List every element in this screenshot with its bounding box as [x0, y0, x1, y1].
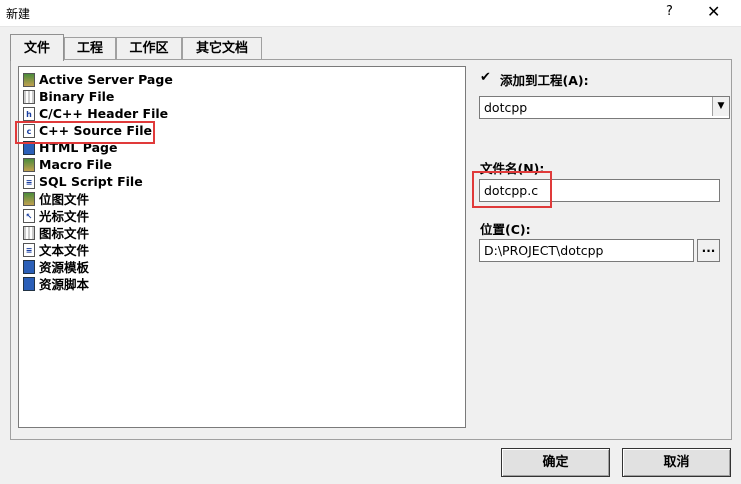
- cursor-icon: ↖: [23, 208, 35, 223]
- binary-icon: [23, 89, 35, 104]
- asp-icon: [23, 72, 35, 87]
- tab-project-label: 工程: [76, 41, 103, 56]
- add-to-project-checkbox[interactable]: ✔: [480, 71, 493, 84]
- resource-script-icon: [23, 276, 35, 291]
- header-file-icon: h: [23, 106, 35, 121]
- close-button[interactable]: ✕: [707, 2, 720, 21]
- list-item[interactable]: 资源脚本: [23, 275, 89, 292]
- resource-template-icon: [23, 259, 35, 274]
- browse-button[interactable]: ...: [697, 239, 720, 262]
- location-field[interactable]: D:\PROJECT\dotcpp: [479, 239, 694, 262]
- selection-highlight: [15, 121, 155, 144]
- list-item-label: 资源脚本: [39, 277, 90, 292]
- list-item-label: Binary File: [39, 89, 115, 104]
- location-label: 位置(C):: [480, 222, 531, 237]
- list-item[interactable]: h C/C++ Header File: [23, 105, 168, 122]
- list-item-label: C/C++ Header File: [39, 106, 169, 121]
- list-item[interactable]: ≡ 文本文件: [23, 241, 89, 258]
- list-item[interactable]: 位图文件: [23, 190, 89, 207]
- list-item-label: SQL Script File: [39, 174, 143, 189]
- list-item-label: Macro File: [39, 157, 112, 172]
- window-title: 新建: [6, 7, 31, 21]
- list-item[interactable]: Binary File: [23, 88, 114, 105]
- project-combo[interactable]: dotcpp ▼: [479, 96, 730, 119]
- macro-icon: [23, 157, 35, 172]
- list-item[interactable]: Active Server Page: [23, 71, 173, 88]
- cancel-button[interactable]: 取消: [622, 448, 731, 477]
- list-item[interactable]: ↖ 光标文件: [23, 207, 89, 224]
- tab-file-label: 文件: [23, 41, 50, 56]
- tab-file[interactable]: 文件: [10, 34, 64, 61]
- tab-project[interactable]: 工程: [64, 37, 116, 59]
- project-combo-value: dotcpp: [484, 100, 528, 115]
- icon-file-icon: [23, 225, 35, 240]
- list-item-label: Active Server Page: [39, 72, 173, 87]
- chevron-down-icon[interactable]: ▼: [712, 97, 729, 116]
- bitmap-icon: [23, 191, 35, 206]
- tab-workspace[interactable]: 工作区: [116, 37, 182, 59]
- title-bar: 新建 ? ✕: [0, 0, 741, 27]
- ok-button[interactable]: 确定: [501, 448, 610, 477]
- add-to-project-label: 添加到工程(A):: [500, 73, 589, 88]
- list-item[interactable]: 资源模板: [23, 258, 89, 275]
- text-file-icon: ≡: [23, 242, 35, 257]
- list-item[interactable]: Macro File: [23, 156, 112, 173]
- list-item[interactable]: ≡ SQL Script File: [23, 173, 143, 190]
- help-button[interactable]: ?: [666, 4, 673, 19]
- tab-other-docs-label: 其它文档: [195, 41, 248, 56]
- sql-icon: ≡: [23, 174, 35, 189]
- tab-other-docs[interactable]: 其它文档: [182, 37, 262, 59]
- filename-highlight: [472, 171, 552, 208]
- list-item[interactable]: 图标文件: [23, 224, 89, 241]
- tab-workspace-label: 工作区: [129, 41, 169, 56]
- location-value: D:\PROJECT\dotcpp: [484, 243, 604, 258]
